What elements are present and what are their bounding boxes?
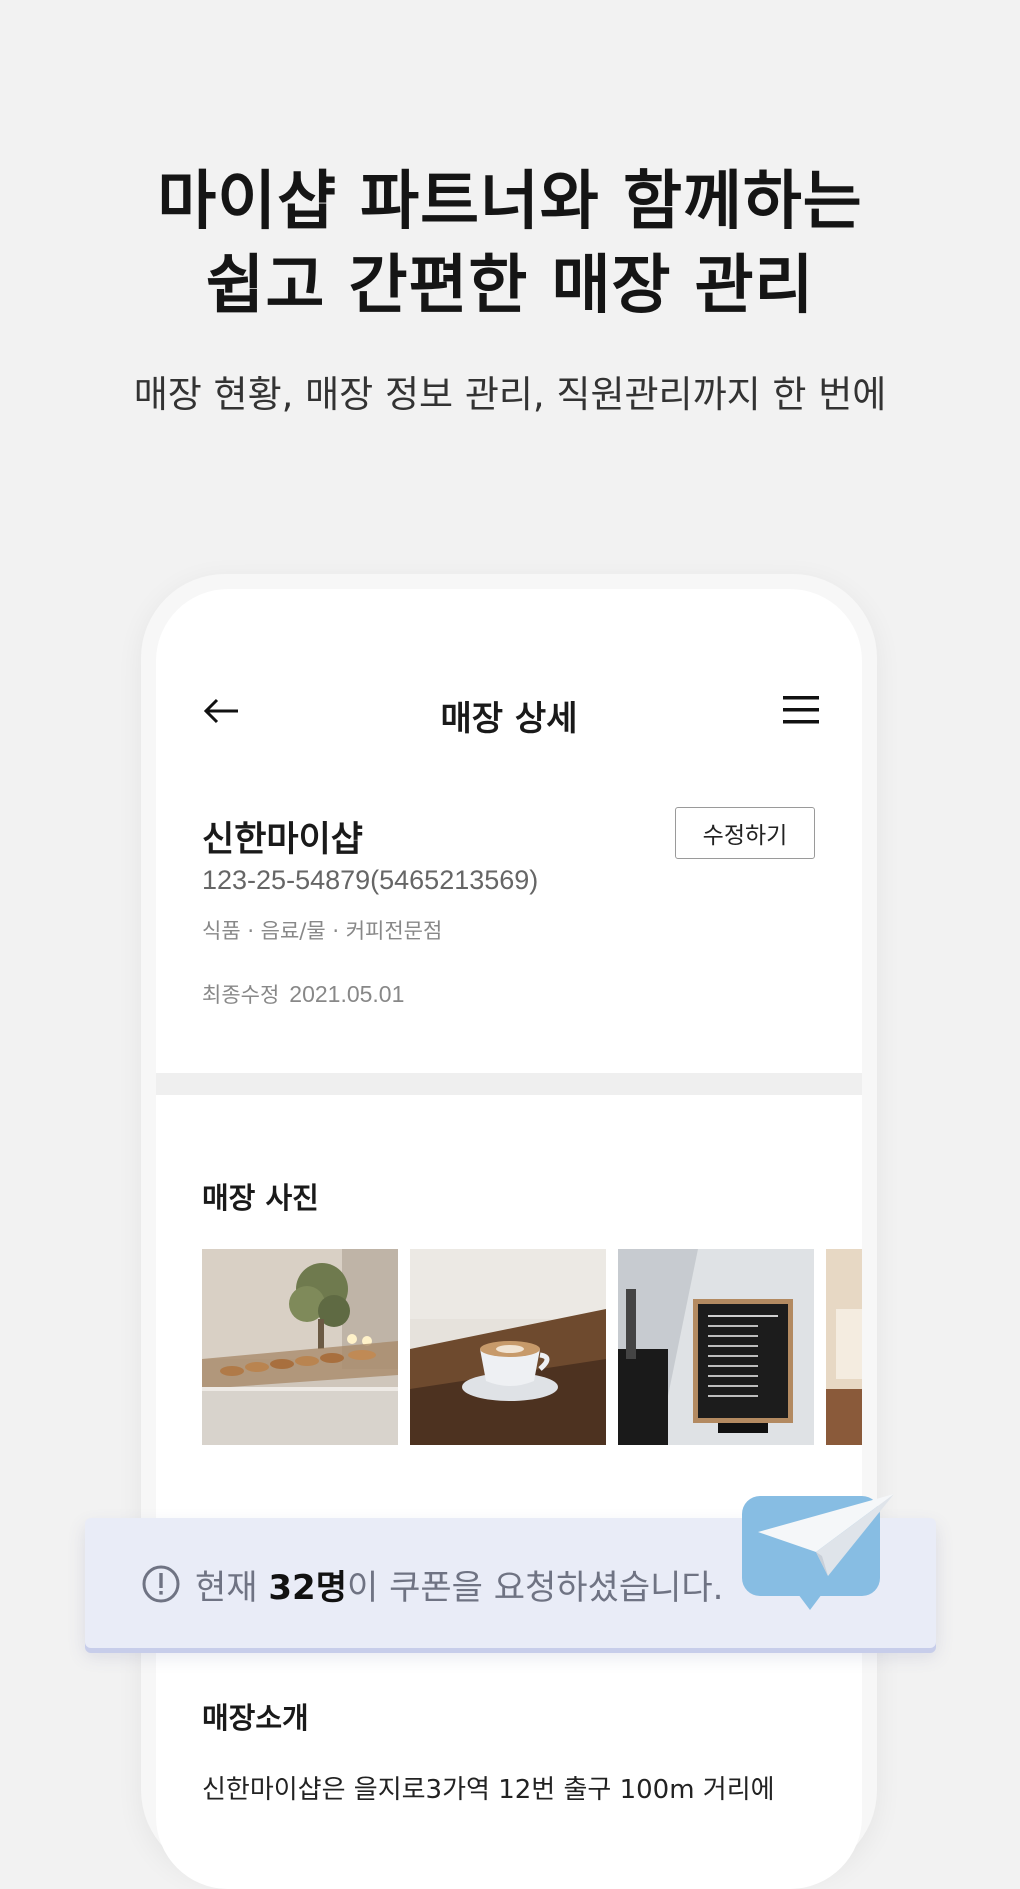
hero-title: 마이샵 파트너와 함께하는 쉽고 간편한 매장 관리 <box>0 160 1020 328</box>
phone-screen: 매장 상세 신한마이샵 수정하기 123-25-54879(5465213569… <box>156 589 862 1889</box>
banner-suffix: 이 쿠폰을 요청하셨습니다. <box>346 1568 724 1608</box>
banner-count: 32명 <box>268 1568 347 1608</box>
hamburger-menu-icon[interactable] <box>782 691 820 729</box>
page-title: 매장 상세 <box>440 699 578 739</box>
app-header: 매장 상세 <box>156 681 862 741</box>
hero-subtitle: 매장 현황, 매장 정보 관리, 직원관리까지 한 번에 <box>133 373 887 416</box>
store-name: 신한마이샵 <box>202 820 364 860</box>
store-photo-latte[interactable] <box>410 1249 606 1445</box>
hero-title-line-2: 쉽고 간편한 매장 관리 <box>205 249 815 323</box>
store-photo-interior[interactable] <box>826 1249 862 1445</box>
edit-button[interactable]: 수정하기 <box>675 807 815 859</box>
photos-section-title: 매장 사진 <box>202 1181 319 1215</box>
section-divider <box>156 1073 862 1095</box>
banner-prefix: 현재 <box>195 1568 269 1608</box>
last-modified: 최종수정 2021.05.01 <box>202 979 404 1009</box>
paper-plane-chat-icon <box>742 1494 894 1610</box>
alert-circle-icon <box>142 1565 180 1603</box>
intro-text: 신한마이샵은 을지로3가역 12번 출구 100m 거리에 <box>202 1775 775 1805</box>
store-category: 식품 · 음료/물 · 커피전문점 <box>202 919 443 943</box>
business-number: 123-25-54879(5465213569) <box>202 865 539 895</box>
last-modified-label: 최종수정 <box>202 983 280 1007</box>
intro-section-title: 매장소개 <box>202 1701 309 1735</box>
store-photo-bakery[interactable] <box>202 1249 398 1445</box>
store-photo-menu-board[interactable] <box>618 1249 814 1445</box>
banner-message: 현재 32명이 쿠폰을 요청하셨습니다. <box>195 1560 724 1609</box>
hero-title-line-1: 마이샵 파트너와 함께하는 <box>157 165 863 239</box>
last-modified-date: 2021.05.01 <box>289 981 405 1007</box>
